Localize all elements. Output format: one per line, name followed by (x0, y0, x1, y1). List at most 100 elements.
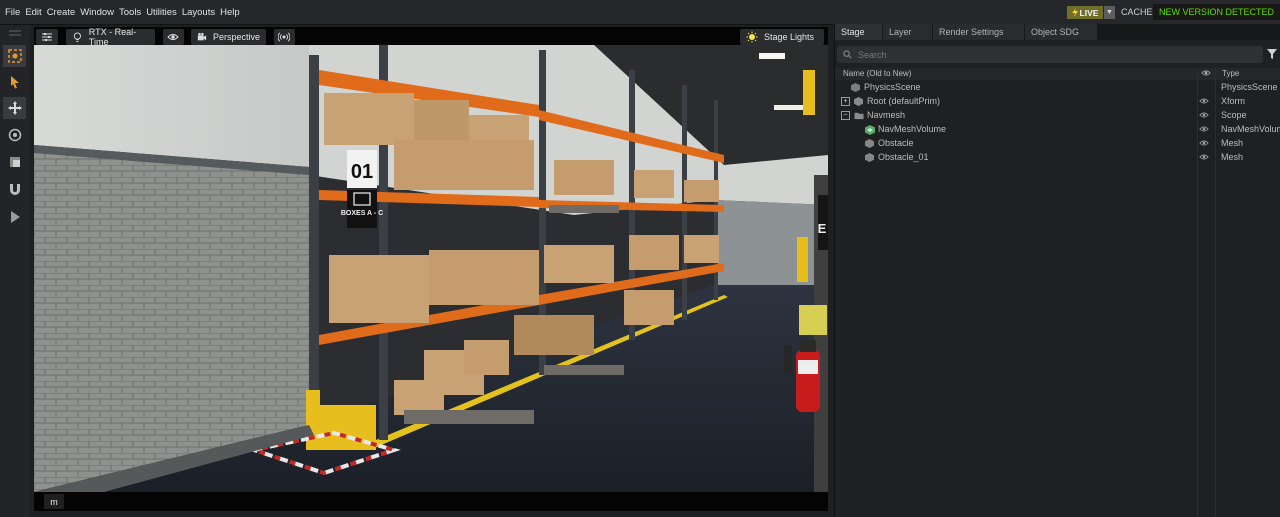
eye-icon (1199, 112, 1209, 118)
menu-tools[interactable]: Tools (119, 7, 141, 18)
stage-row-name-cell: NavMeshVolume (865, 122, 946, 136)
stage-row-name-cell: Obstacle_01 (865, 150, 929, 164)
tab-object-sdg[interactable]: Object SDG (1025, 24, 1097, 40)
stage-row-name-cell: PhysicsScene (851, 80, 921, 94)
toolbar-grip[interactable] (3, 29, 26, 37)
stage-row-type: PhysicsScene (1221, 82, 1278, 92)
move-icon (7, 101, 22, 115)
visibility-toggle[interactable] (1199, 150, 1209, 164)
filter-button[interactable] (1265, 46, 1279, 62)
menu-create[interactable]: Create (47, 7, 76, 18)
visibility-button[interactable] (163, 29, 184, 45)
warehouse-scene[interactable]: 01 BOXES A - C E (34, 45, 828, 492)
render-mode-label: RTX - Real-Time (88, 27, 137, 47)
snap-tool[interactable] (3, 178, 26, 200)
eye-icon (167, 34, 179, 40)
menu-layouts[interactable]: Layouts (182, 7, 215, 18)
live-label: LIVE (1079, 7, 1099, 18)
menu-file[interactable]: File (5, 7, 20, 18)
stage-lights-button[interactable]: Stage Lights (740, 29, 824, 45)
stage-row-label: Navmesh (867, 110, 906, 120)
menu-window[interactable]: Window (80, 7, 114, 18)
stage-row[interactable]: + Root (defaultPrim) Xform (835, 94, 1280, 108)
visibility-toggle[interactable] (1199, 122, 1209, 136)
stage-row[interactable]: Obstacle_01 Mesh (835, 150, 1280, 164)
stage-row-type: NavMeshVolume (1221, 124, 1280, 134)
broadcast-icon (278, 32, 290, 42)
stage-lights-label: Stage Lights (764, 32, 815, 42)
mesh-icon (865, 138, 874, 148)
stage-row-type: Mesh (1221, 152, 1244, 162)
column-type-header[interactable]: Type (1222, 69, 1239, 78)
stage-row-label: Obstacle_01 (878, 152, 929, 162)
stage-row-type: Mesh (1221, 138, 1244, 148)
stage-row-label: PhysicsScene (864, 82, 921, 92)
render-mode-button[interactable]: RTX - Real-Time (66, 27, 155, 47)
live-dropdown[interactable]: ▼ (1104, 6, 1115, 19)
visibility-toggle[interactable] (1199, 136, 1209, 150)
left-toolbar (0, 25, 30, 517)
play-icon (10, 211, 20, 223)
lightbulb-icon (73, 32, 81, 42)
viewport-toolbar: RTX - Real-Time Perspective Stage Lights (34, 27, 828, 47)
stage-row-label: Obstacle (878, 138, 914, 148)
select-mode-tool[interactable] (3, 45, 26, 67)
viewport[interactable]: RTX - Real-Time Perspective Stage Lights (34, 27, 828, 511)
select-mode-icon (7, 49, 22, 63)
folder-icon (854, 111, 864, 120)
stage-row-name-cell: − Navmesh (841, 108, 905, 122)
rotate-tool[interactable] (3, 124, 26, 146)
stage-row[interactable]: − Navmesh Scope (835, 108, 1280, 122)
column-name-header[interactable]: Name (Old to New) (843, 69, 911, 78)
play-tool[interactable] (3, 206, 26, 228)
search-placeholder: Search (858, 49, 887, 60)
menu-help[interactable]: Help (220, 7, 240, 18)
move-tool[interactable] (3, 97, 26, 119)
eye-icon (1199, 98, 1209, 104)
column-visibility-header[interactable] (1201, 68, 1211, 80)
menu-utilities[interactable]: Utilities (146, 7, 177, 18)
warehouse-render: 01 BOXES A - C E (34, 45, 828, 492)
sun-icon (746, 31, 758, 43)
lightning-icon (1071, 8, 1078, 17)
eye-icon (1199, 126, 1209, 132)
visibility-toggle[interactable] (1199, 94, 1209, 108)
viewport-settings-button[interactable] (36, 29, 58, 45)
tab-stage[interactable]: Stage (835, 24, 882, 40)
stage-search-input[interactable]: Search (837, 46, 1263, 63)
mesh-icon (865, 152, 874, 162)
collapse-icon[interactable]: − (841, 110, 850, 120)
navmesh-volume-icon (865, 124, 875, 135)
camera-icon (197, 32, 207, 41)
stage-row[interactable]: NavMeshVolume NavMeshVolume (835, 122, 1280, 136)
stage-row-label: Root (defaultPrim) (867, 96, 941, 106)
tab-layer[interactable]: Layer (883, 24, 932, 40)
cache-status[interactable]: NEW VERSION DETECTED (1153, 4, 1280, 20)
visibility-toggle[interactable] (1199, 108, 1209, 122)
stage-row-label: NavMeshVolume (878, 124, 947, 134)
scale-tool[interactable] (3, 151, 26, 173)
magnet-icon (9, 184, 20, 195)
edge-sign-letter: E (818, 221, 827, 236)
stage-row[interactable]: Obstacle Mesh (835, 136, 1280, 150)
menu-edit[interactable]: Edit (25, 7, 41, 18)
physics-scene-icon (851, 82, 860, 92)
select-tool[interactable] (3, 71, 26, 93)
stage-row-type: Scope (1221, 110, 1247, 120)
search-icon (843, 50, 852, 59)
chevron-down-icon: ▼ (1106, 9, 1113, 16)
live-button[interactable]: LIVE (1067, 6, 1103, 19)
eye-icon (1201, 70, 1211, 76)
stage-row[interactable]: PhysicsScene PhysicsScene (835, 80, 1280, 94)
camera-label: Perspective (212, 32, 260, 42)
tab-render-settings[interactable]: Render Settings (933, 24, 1024, 40)
panel-tabs: Stage Layer Render Settings Object SDG (835, 24, 1280, 40)
audio-button[interactable] (274, 29, 295, 45)
aisle-number: 01 (351, 161, 373, 183)
main-menu: File Edit Create Window Tools Utilities … (5, 0, 240, 24)
menu-bar: File Edit Create Window Tools Utilities … (0, 0, 1280, 25)
scale-icon (9, 157, 20, 167)
camera-button[interactable]: Perspective (191, 29, 266, 45)
expand-icon[interactable]: + (841, 96, 850, 106)
stage-row-name-cell: + Root (defaultPrim) (841, 94, 940, 108)
